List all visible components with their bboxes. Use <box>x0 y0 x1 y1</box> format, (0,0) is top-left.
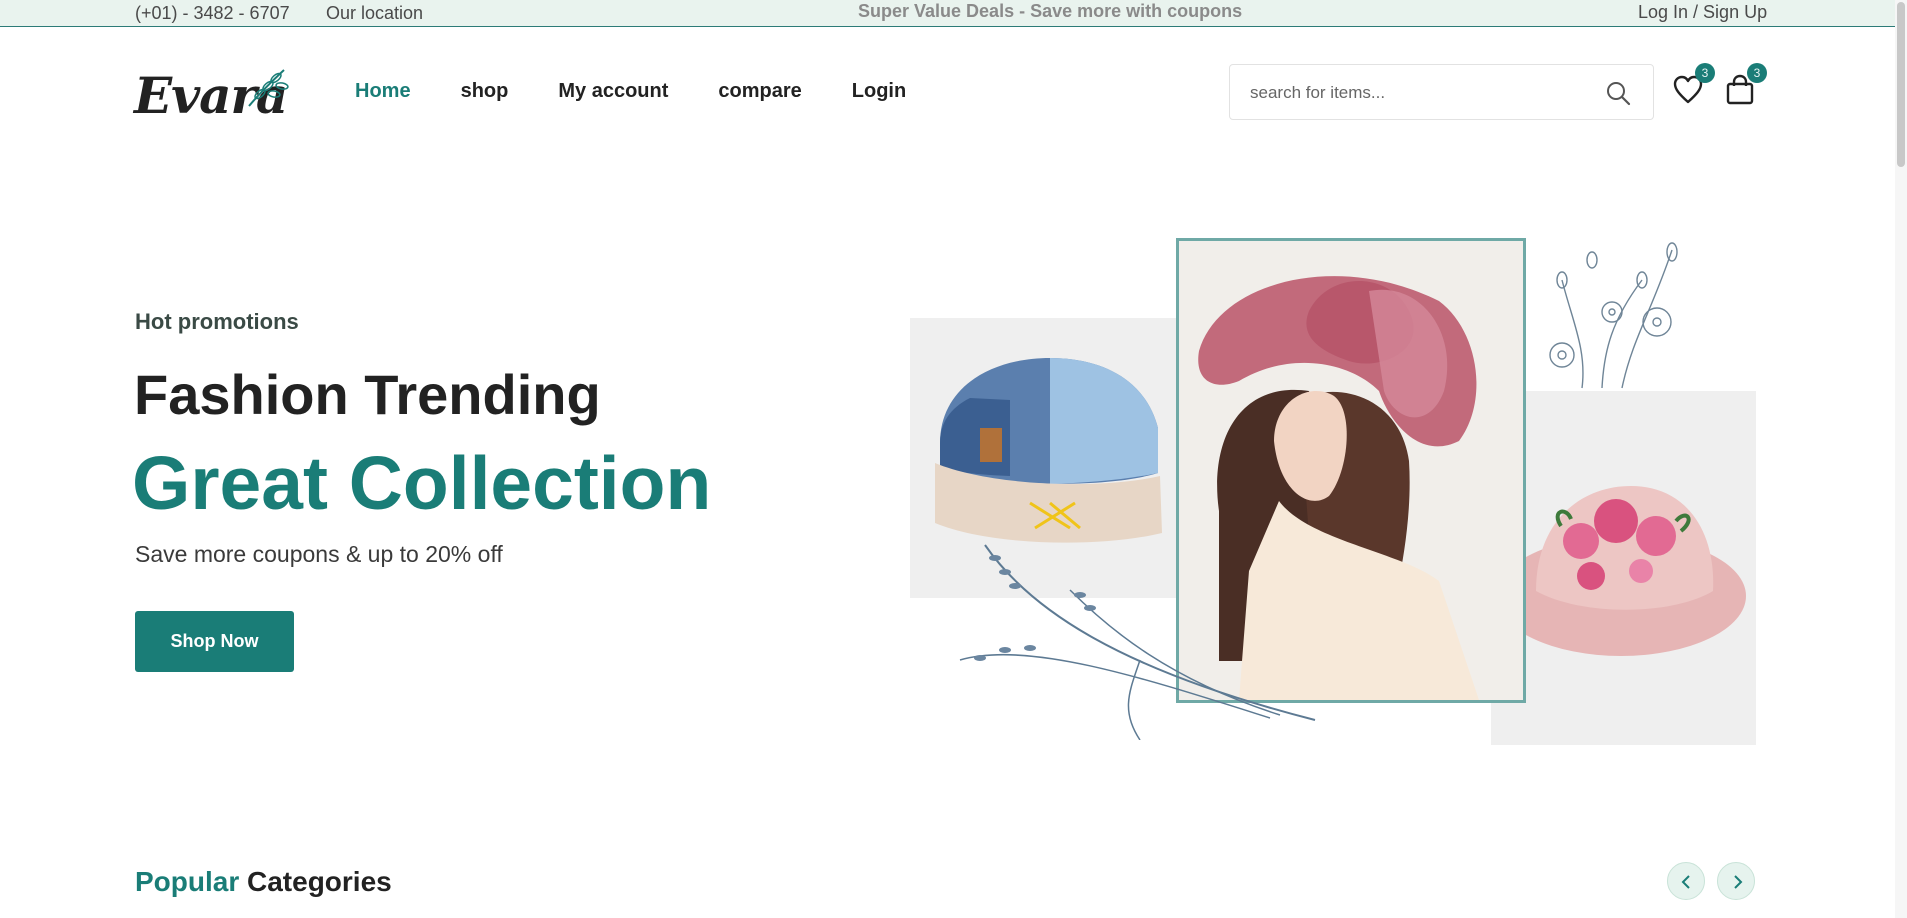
cart-count-badge: 3 <box>1747 63 1767 83</box>
nav-item-my-account[interactable]: My account <box>558 80 668 103</box>
login-signup-link[interactable]: Log In / Sign Up <box>1638 2 1767 23</box>
cart-button[interactable]: 3 <box>1723 63 1767 107</box>
nav-item-shop[interactable]: shop <box>461 80 509 103</box>
hero-title-accent: Great Collection <box>132 441 712 525</box>
search-box <box>1229 64 1654 120</box>
wishlist-button[interactable]: 3 <box>1671 63 1715 107</box>
popular-heading-rest: Categories <box>239 866 392 897</box>
site-logo[interactable]: Evara <box>134 62 294 125</box>
chevron-left-icon <box>1681 875 1690 889</box>
top-bar: (+01) - 3482 - 6707 Our location Super V… <box>0 0 1907 27</box>
search-input[interactable] <box>1250 81 1590 105</box>
logo-leaf-icon <box>248 69 289 107</box>
scrollbar-thumb[interactable] <box>1897 2 1905 167</box>
phone-number: (+01) - 3482 - 6707 <box>135 3 290 23</box>
carousel-next-button[interactable] <box>1717 862 1755 900</box>
nav-item-compare[interactable]: compare <box>718 80 801 103</box>
page-scrollbar[interactable] <box>1895 0 1907 918</box>
carousel-prev-button[interactable] <box>1667 862 1705 900</box>
deal-banner-text: Super Value Deals - Save more with coupo… <box>858 1 1243 21</box>
pink-floral-hat-illustration <box>1496 486 1746 656</box>
popular-categories-heading: Popular Categories <box>135 866 392 898</box>
hero-description: Save more coupons & up to 20% off <box>135 541 503 567</box>
nav-item-home[interactable]: Home <box>355 80 411 103</box>
location-link[interactable]: Our location <box>326 3 423 24</box>
lavender-sketch-decoration <box>959 544 1316 740</box>
hero-eyebrow: Hot promotions <box>135 309 299 334</box>
popular-heading-accent: Popular <box>135 866 240 897</box>
shop-now-button[interactable]: Shop Now <box>135 611 294 672</box>
hero-title: Fashion Trending <box>134 363 601 426</box>
flower-sketch-decoration <box>1549 242 1678 389</box>
chevron-right-icon <box>1734 875 1743 889</box>
floral-hat-image <box>1491 391 1756 745</box>
search-icon[interactable] <box>1605 80 1631 106</box>
nav-item-login[interactable]: Login <box>852 80 906 103</box>
wishlist-count-badge: 3 <box>1695 63 1715 83</box>
main-nav: Home shop My account compare Login <box>355 80 956 103</box>
